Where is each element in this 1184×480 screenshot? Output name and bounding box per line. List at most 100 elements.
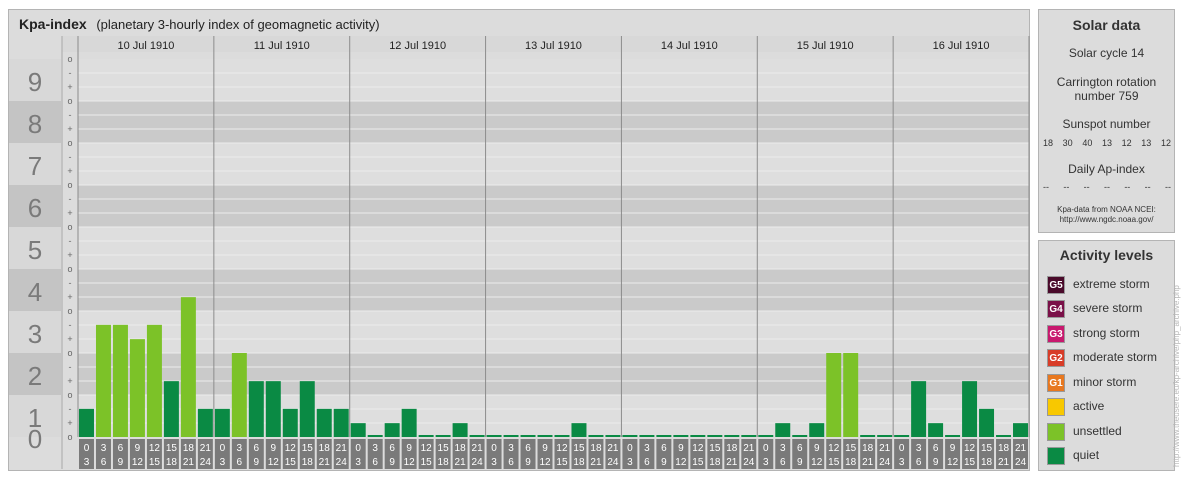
sunspot-value: 12	[1121, 138, 1132, 148]
kp-bar	[707, 435, 723, 437]
y-tick-label: 7	[28, 151, 42, 181]
legend-label: strong storm	[1073, 326, 1140, 340]
minor-tick-symbol: +	[67, 292, 72, 302]
hour-label-end: 6	[372, 457, 378, 468]
hour-label-start: 15	[709, 443, 721, 454]
minor-tick-symbol: o	[67, 432, 72, 442]
plot-band	[78, 311, 1029, 353]
source-link[interactable]: http://www.ngdc.noaa.gov/	[1039, 215, 1174, 224]
hour-label-start: 15	[845, 443, 857, 454]
hour-label-end: 24	[1015, 457, 1027, 468]
hour-label-end: 3	[220, 457, 226, 468]
kp-bar	[282, 408, 298, 437]
kpa-bar-chart: 0123456789o+-o+-o+-o+-o+-o+-o+-o+-o+-o10…	[9, 36, 1030, 469]
kp-bar	[350, 423, 366, 437]
hour-label-end: 21	[590, 457, 602, 468]
legend-label: quiet	[1073, 448, 1100, 462]
hour-label-start: 9	[950, 443, 956, 454]
kp-bar	[452, 423, 468, 437]
kp-bar	[231, 353, 247, 437]
hour-label-end: 21	[319, 457, 331, 468]
minor-tick-symbol: o	[67, 54, 72, 64]
hour-label-end: 3	[899, 457, 905, 468]
legend-label: minor storm	[1073, 375, 1137, 389]
kp-bar	[469, 435, 485, 437]
hour-label-start: 21	[743, 443, 755, 454]
hour-label-end: 6	[508, 457, 514, 468]
hour-label-start: 15	[573, 443, 585, 454]
kp-bar	[129, 339, 145, 437]
carrington-rotation-line1: Carrington rotation	[1056, 75, 1157, 89]
kp-bar	[639, 435, 655, 437]
kp-bar	[962, 381, 978, 437]
hour-label-end: 9	[661, 457, 667, 468]
day-label: 16 Jul 1910	[933, 40, 990, 52]
solar-data-title: Solar data	[1072, 17, 1141, 33]
legend-swatch-g3: G3	[1047, 325, 1065, 343]
hour-label-end: 15	[556, 457, 568, 468]
y-tick-label: 5	[28, 235, 42, 265]
kp-bar	[979, 408, 995, 437]
hour-label-end: 3	[355, 457, 361, 468]
kp-bar	[367, 435, 383, 437]
hour-label-end: 6	[101, 457, 107, 468]
hour-label-start: 6	[118, 443, 124, 454]
minor-tick-symbol: o	[67, 96, 72, 106]
hour-label-end: 18	[573, 457, 585, 468]
hour-label-start: 18	[319, 443, 331, 454]
y-tick-label: 6	[28, 193, 42, 223]
hour-label-end: 24	[879, 457, 891, 468]
kp-bar	[486, 435, 502, 437]
minor-tick-symbol: o	[67, 138, 72, 148]
hour-label-end: 24	[472, 457, 484, 468]
kp-bar	[503, 435, 519, 437]
kp-bar	[537, 435, 553, 437]
hour-label-start: 6	[933, 443, 939, 454]
hour-label-start: 21	[200, 443, 212, 454]
legend-swatch-g4: G4	[1047, 300, 1065, 318]
kp-bar	[877, 435, 893, 437]
hour-label-end: 12	[404, 457, 416, 468]
hour-label-start: 0	[220, 443, 226, 454]
minor-tick-symbol: +	[67, 376, 72, 386]
y-tick-label: 8	[28, 109, 42, 139]
hour-label-start: 9	[406, 443, 412, 454]
hour-label-end: 24	[200, 457, 212, 468]
kp-bar	[622, 435, 638, 437]
minor-tick-symbol: -	[69, 236, 72, 246]
hour-label-start: 15	[438, 443, 450, 454]
legend-label: unsettled	[1073, 424, 1122, 438]
ap-value: --	[1144, 182, 1151, 192]
kp-bar	[894, 435, 910, 437]
legend-item-strong-storm: G3 strong storm	[1047, 324, 1172, 343]
legend-item-unsettled: unsettled	[1047, 422, 1172, 441]
kp-bar	[809, 423, 825, 437]
minor-tick-symbol: -	[69, 110, 72, 120]
plot-band	[78, 269, 1029, 311]
kp-bar	[95, 324, 111, 437]
hour-label-start: 0	[84, 443, 90, 454]
y-tick-label: 4	[28, 277, 42, 307]
hour-label-end: 9	[525, 457, 531, 468]
ap-value: --	[1164, 182, 1171, 192]
kp-bar	[112, 324, 128, 437]
hour-label-start: 9	[814, 443, 820, 454]
hour-label-start: 15	[981, 443, 993, 454]
activity-levels-panel: Activity levels G5 extreme storm G4 seve…	[1038, 240, 1175, 471]
activity-levels-title: Activity levels	[1059, 247, 1154, 263]
minor-tick-symbol: +	[67, 82, 72, 92]
hour-label-end: 18	[845, 457, 857, 468]
y-tick-label: 2	[28, 361, 42, 391]
hour-label-end: 9	[933, 457, 939, 468]
sunspot-value: 18	[1043, 138, 1054, 148]
kp-bar	[928, 423, 944, 437]
hour-label-end: 15	[285, 457, 297, 468]
legend-item-moderate-storm: G2 moderate storm	[1047, 348, 1172, 367]
plot-band	[78, 227, 1029, 269]
plot-band	[78, 185, 1029, 227]
hour-label-end: 9	[254, 457, 260, 468]
hour-label-end: 9	[118, 457, 124, 468]
watermark-text: http://www.theusere.eu/kp-archive/php_ar…	[1172, 285, 1181, 467]
hour-label-end: 12	[811, 457, 823, 468]
hour-label-start: 21	[472, 443, 484, 454]
